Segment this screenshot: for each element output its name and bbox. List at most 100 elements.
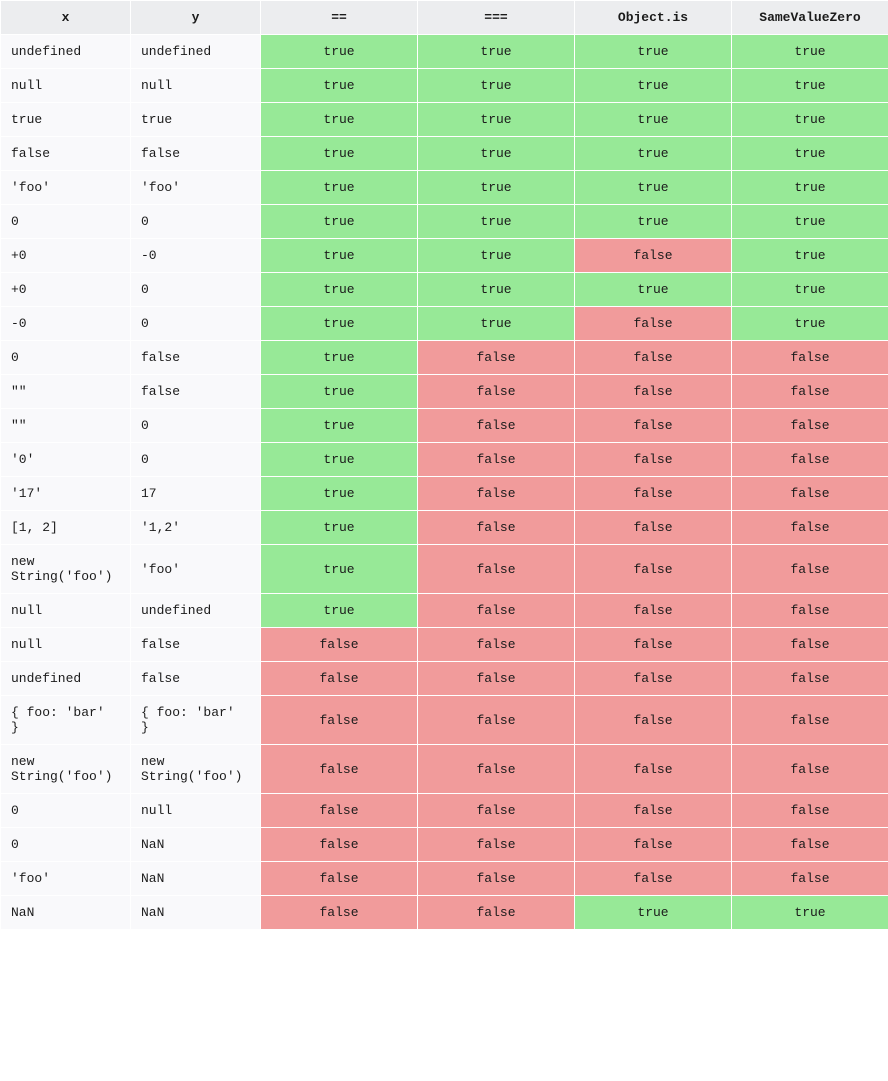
cell-svz: true — [732, 69, 888, 103]
cell-y: 0 — [131, 205, 261, 239]
cell-y: false — [131, 662, 261, 696]
cell-ois: false — [575, 828, 732, 862]
cell-x: null — [1, 628, 131, 662]
cell-eq: true — [261, 341, 418, 375]
equality-comparison-table: x y == === Object.is SameValueZero undef… — [0, 0, 888, 930]
cell-ois: false — [575, 545, 732, 594]
header-eq: == — [261, 1, 418, 35]
cell-x: 'foo' — [1, 171, 131, 205]
cell-seq: true — [418, 103, 575, 137]
cell-seq: false — [418, 545, 575, 594]
cell-seq: true — [418, 35, 575, 69]
table-row: { foo: 'bar' }{ foo: 'bar' }falsefalsefa… — [1, 696, 888, 745]
cell-ois: false — [575, 696, 732, 745]
cell-ois: false — [575, 477, 732, 511]
cell-y: { foo: 'bar' } — [131, 696, 261, 745]
cell-ois: true — [575, 69, 732, 103]
cell-y: 0 — [131, 443, 261, 477]
cell-svz: false — [732, 828, 888, 862]
cell-seq: false — [418, 896, 575, 930]
header-ois: Object.is — [575, 1, 732, 35]
cell-y: 17 — [131, 477, 261, 511]
cell-seq: true — [418, 69, 575, 103]
cell-y: 0 — [131, 273, 261, 307]
table-row: truetruetruetruetruetrue — [1, 103, 888, 137]
table-row: ""0truefalsefalsefalse — [1, 409, 888, 443]
cell-svz: true — [732, 239, 888, 273]
header-y: y — [131, 1, 261, 35]
cell-ois: true — [575, 896, 732, 930]
cell-ois: false — [575, 594, 732, 628]
cell-y: NaN — [131, 828, 261, 862]
cell-svz: true — [732, 137, 888, 171]
cell-ois: true — [575, 205, 732, 239]
cell-eq: true — [261, 137, 418, 171]
cell-eq: true — [261, 239, 418, 273]
table-row: falsefalsetruetruetruetrue — [1, 137, 888, 171]
cell-seq: false — [418, 628, 575, 662]
table-row: [1, 2]'1,2'truefalsefalsefalse — [1, 511, 888, 545]
cell-ois: false — [575, 511, 732, 545]
cell-eq: false — [261, 662, 418, 696]
cell-seq: false — [418, 794, 575, 828]
table-row: 'foo''foo'truetruetruetrue — [1, 171, 888, 205]
table-row: +0-0truetruefalsetrue — [1, 239, 888, 273]
cell-eq: false — [261, 794, 418, 828]
table-row: nullfalsefalsefalsefalsefalse — [1, 628, 888, 662]
cell-x: +0 — [1, 273, 131, 307]
cell-svz: true — [732, 205, 888, 239]
cell-eq: false — [261, 696, 418, 745]
table-row: 0falsetruefalsefalsefalse — [1, 341, 888, 375]
cell-ois: true — [575, 103, 732, 137]
cell-seq: true — [418, 307, 575, 341]
cell-y: NaN — [131, 896, 261, 930]
cell-eq: true — [261, 35, 418, 69]
cell-svz: true — [732, 307, 888, 341]
cell-seq: true — [418, 239, 575, 273]
cell-seq: false — [418, 341, 575, 375]
table-row: nullnulltruetruetruetrue — [1, 69, 888, 103]
cell-y: false — [131, 375, 261, 409]
cell-x: +0 — [1, 239, 131, 273]
cell-y: undefined — [131, 594, 261, 628]
table-row: 0NaNfalsefalsefalsefalse — [1, 828, 888, 862]
cell-ois: true — [575, 137, 732, 171]
cell-ois: false — [575, 375, 732, 409]
table-row: undefinedundefinedtruetruetruetrue — [1, 35, 888, 69]
cell-eq: true — [261, 409, 418, 443]
cell-seq: false — [418, 409, 575, 443]
header-x: x — [1, 1, 131, 35]
cell-seq: false — [418, 862, 575, 896]
cell-eq: true — [261, 307, 418, 341]
header-seq: === — [418, 1, 575, 35]
cell-eq: false — [261, 628, 418, 662]
cell-ois: false — [575, 409, 732, 443]
cell-y: false — [131, 628, 261, 662]
cell-ois: false — [575, 628, 732, 662]
cell-eq: true — [261, 273, 418, 307]
cell-x: 0 — [1, 794, 131, 828]
cell-eq: true — [261, 103, 418, 137]
cell-svz: true — [732, 35, 888, 69]
cell-x: undefined — [1, 35, 131, 69]
cell-seq: true — [418, 137, 575, 171]
cell-eq: false — [261, 745, 418, 794]
cell-x: "" — [1, 375, 131, 409]
cell-y: null — [131, 794, 261, 828]
header-svz: SameValueZero — [732, 1, 888, 35]
cell-seq: false — [418, 477, 575, 511]
cell-x: 'foo' — [1, 862, 131, 896]
cell-svz: false — [732, 409, 888, 443]
cell-y: 'foo' — [131, 545, 261, 594]
cell-eq: true — [261, 594, 418, 628]
cell-x: false — [1, 137, 131, 171]
table-row: 0nullfalsefalsefalsefalse — [1, 794, 888, 828]
cell-x: '0' — [1, 443, 131, 477]
cell-eq: false — [261, 862, 418, 896]
cell-x: "" — [1, 409, 131, 443]
cell-svz: true — [732, 103, 888, 137]
cell-x: 0 — [1, 828, 131, 862]
cell-y: false — [131, 341, 261, 375]
cell-ois: false — [575, 443, 732, 477]
header-row: x y == === Object.is SameValueZero — [1, 1, 888, 35]
